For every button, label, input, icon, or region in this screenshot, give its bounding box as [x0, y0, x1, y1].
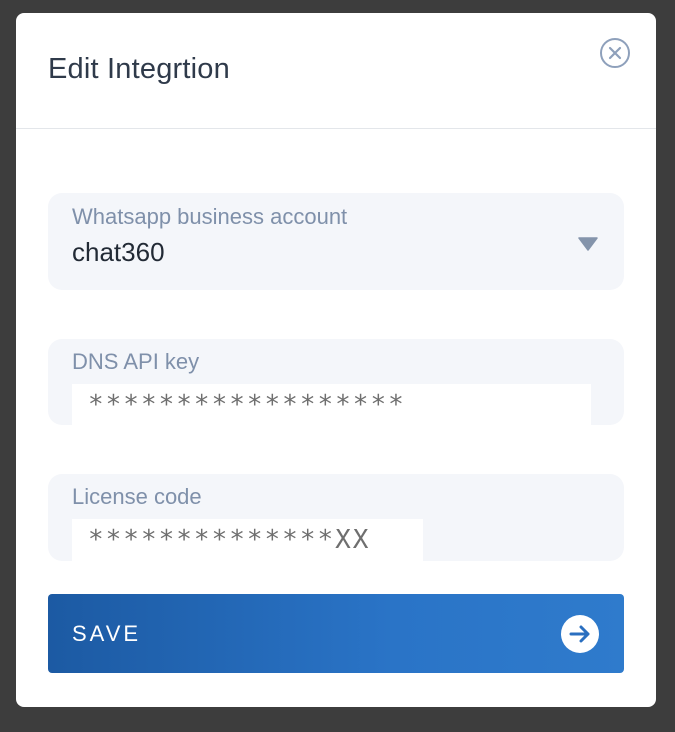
close-circle-icon [600, 38, 630, 68]
modal-title: Edit Integrtion [48, 53, 230, 85]
whatsapp-account-select[interactable]: Whatsapp business account chat360 [48, 193, 624, 290]
dns-api-key-field: DNS API key [48, 339, 624, 426]
modal-header: Edit Integrtion [16, 13, 656, 129]
caret-down-icon [578, 237, 598, 251]
license-code-label: License code [72, 484, 202, 509]
edit-integration-modal: Edit Integrtion Whatsapp business accoun… [16, 13, 656, 707]
whatsapp-account-value: chat360 [72, 237, 165, 267]
dns-api-key-input[interactable] [72, 384, 591, 426]
whatsapp-account-label: Whatsapp business account [72, 204, 348, 229]
arrow-right-circle-icon [561, 615, 599, 653]
dns-api-key-label: DNS API key [72, 349, 200, 374]
save-button-label: SAVE [72, 621, 142, 646]
license-code-input[interactable] [72, 519, 423, 561]
save-button[interactable]: SAVE [48, 594, 624, 673]
close-button[interactable] [599, 37, 631, 69]
license-code-field: License code [48, 474, 624, 561]
